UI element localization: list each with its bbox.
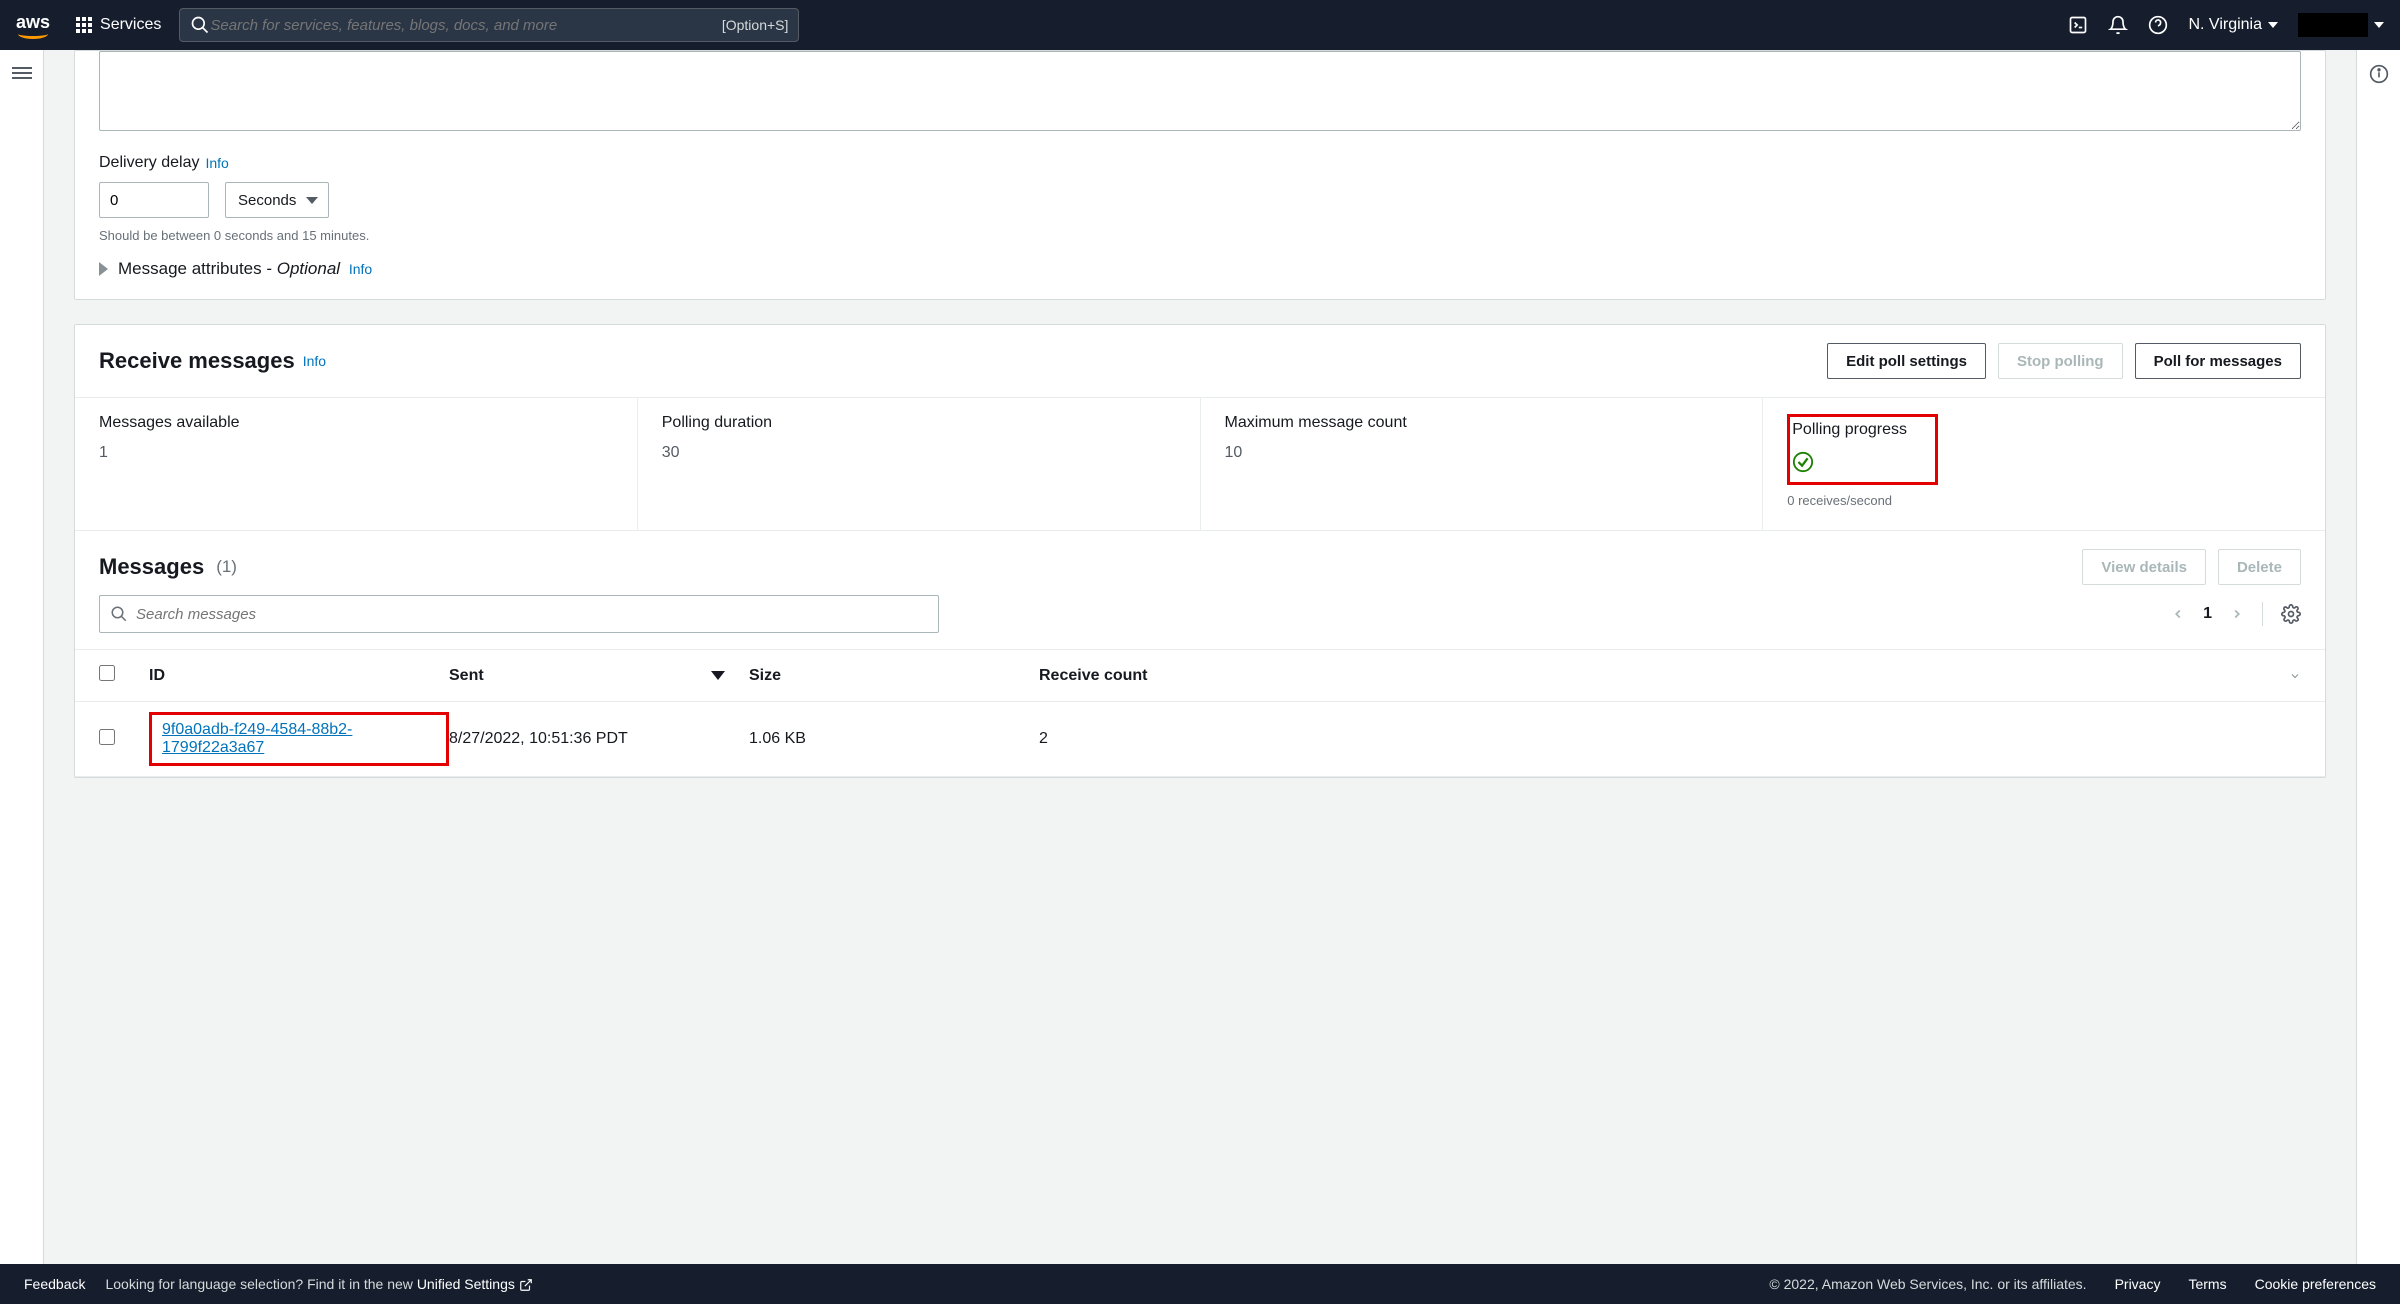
terms-link[interactable]: Terms [2188, 1276, 2226, 1292]
message-attributes-toggle[interactable]: Message attributes - Optional Info [99, 259, 2301, 279]
row-checkbox[interactable] [99, 729, 115, 745]
prev-page-icon[interactable] [2171, 607, 2185, 621]
delivery-delay-label: Delivery delay Info [99, 154, 2301, 172]
unified-settings-link[interactable]: Unified Settings [417, 1276, 533, 1292]
table-row: 9f0a0adb-f249-4584-88b2-1799f22a3a67 8/2… [75, 702, 2325, 777]
hamburger-icon [12, 64, 32, 80]
delay-unit-value: Seconds [238, 192, 296, 209]
left-nav-collapsed[interactable] [0, 50, 44, 1264]
sort-desc-icon [711, 671, 725, 680]
caret-down-icon [2374, 22, 2384, 28]
right-rail[interactable] [2356, 50, 2400, 1264]
delete-button: Delete [2218, 549, 2301, 585]
search-icon [110, 605, 128, 623]
delivery-delay-input[interactable] [99, 182, 209, 218]
row-receive-count: 2 [1039, 730, 2301, 748]
privacy-link[interactable]: Privacy [2115, 1276, 2161, 1292]
cloudshell-icon[interactable] [2068, 15, 2088, 35]
global-search[interactable]: [Option+S] [179, 8, 799, 42]
account-menu[interactable] [2298, 13, 2384, 37]
maximum-message-count-stat: Maximum message count 10 [1201, 398, 1764, 530]
search-shortcut: [Option+S] [722, 17, 789, 33]
messages-available-stat: Messages available 1 [75, 398, 638, 530]
select-all-checkbox[interactable] [99, 665, 115, 681]
region-label: N. Virginia [2188, 16, 2262, 34]
aws-logo[interactable]: aws [16, 12, 50, 39]
expand-caret-icon [99, 262, 108, 276]
copyright: © 2022, Amazon Web Services, Inc. or its… [1769, 1276, 2086, 1292]
edit-poll-settings-button[interactable]: Edit poll settings [1827, 343, 1986, 379]
row-sent: 8/27/2022, 10:51:36 PDT [449, 730, 749, 748]
services-label: Services [100, 16, 161, 34]
message-body-textarea[interactable] [99, 51, 2301, 131]
external-link-icon [519, 1278, 533, 1292]
search-messages[interactable] [99, 595, 939, 633]
help-icon[interactable] [2148, 15, 2168, 35]
info-circle-icon[interactable] [2369, 64, 2389, 84]
poll-for-messages-button[interactable]: Poll for messages [2135, 343, 2301, 379]
messages-title: Messages [99, 554, 204, 580]
info-link[interactable]: Info [303, 353, 326, 369]
column-options-icon[interactable] [2289, 670, 2301, 682]
message-id-link[interactable]: 9f0a0adb-f249-4584-88b2-1799f22a3a67 [162, 721, 352, 756]
lang-note: Looking for language selection? Find it … [105, 1276, 416, 1292]
messages-table: ID Sent Size Receive count 9f [75, 649, 2325, 777]
row-size: 1.06 KB [749, 730, 1039, 748]
feedback-link[interactable]: Feedback [24, 1276, 85, 1292]
info-link[interactable]: Info [349, 261, 372, 277]
region-selector[interactable]: N. Virginia [2188, 16, 2278, 34]
receive-messages-title: Receive messages [99, 348, 295, 374]
optional-label: Optional [277, 259, 340, 278]
account-name-redacted [2298, 13, 2368, 37]
search-icon [190, 15, 210, 35]
info-link[interactable]: Info [205, 155, 228, 171]
message-attributes-label: Message attributes - [118, 259, 277, 278]
gear-icon[interactable] [2281, 604, 2301, 624]
messages-count: (1) [216, 557, 237, 577]
delivery-delay-help: Should be between 0 seconds and 15 minut… [99, 228, 2301, 243]
col-size-header[interactable]: Size [749, 667, 1039, 685]
col-sent-header[interactable]: Sent [449, 667, 749, 685]
success-check-icon [1792, 451, 1814, 473]
page-number: 1 [2203, 605, 2212, 623]
search-messages-input[interactable] [136, 606, 928, 623]
col-receive-count-header[interactable]: Receive count [1039, 667, 2301, 685]
global-search-input[interactable] [210, 17, 721, 34]
view-details-button: View details [2082, 549, 2206, 585]
cookie-preferences-link[interactable]: Cookie preferences [2255, 1276, 2376, 1292]
polling-progress-stat: Polling progress 0 receives/second [1763, 398, 2325, 530]
caret-down-icon [2268, 22, 2278, 28]
next-page-icon[interactable] [2230, 607, 2244, 621]
polling-duration-stat: Polling duration 30 [638, 398, 1201, 530]
receive-messages-panel: Receive messages Info Edit poll settings… [74, 324, 2326, 778]
stop-polling-button: Stop polling [1998, 343, 2123, 379]
services-menu[interactable]: Services [66, 10, 171, 40]
footer: Feedback Looking for language selection?… [0, 1264, 2400, 1304]
main-content: Delivery delay Info Seconds Should be be… [44, 50, 2356, 1264]
delivery-delay-unit-select[interactable]: Seconds [225, 182, 329, 218]
top-nav: aws Services [Option+S] N. Virginia [0, 0, 2400, 50]
notifications-icon[interactable] [2108, 15, 2128, 35]
col-id-header[interactable]: ID [149, 667, 449, 685]
grid-icon [76, 17, 92, 33]
send-message-panel: Delivery delay Info Seconds Should be be… [74, 50, 2326, 300]
